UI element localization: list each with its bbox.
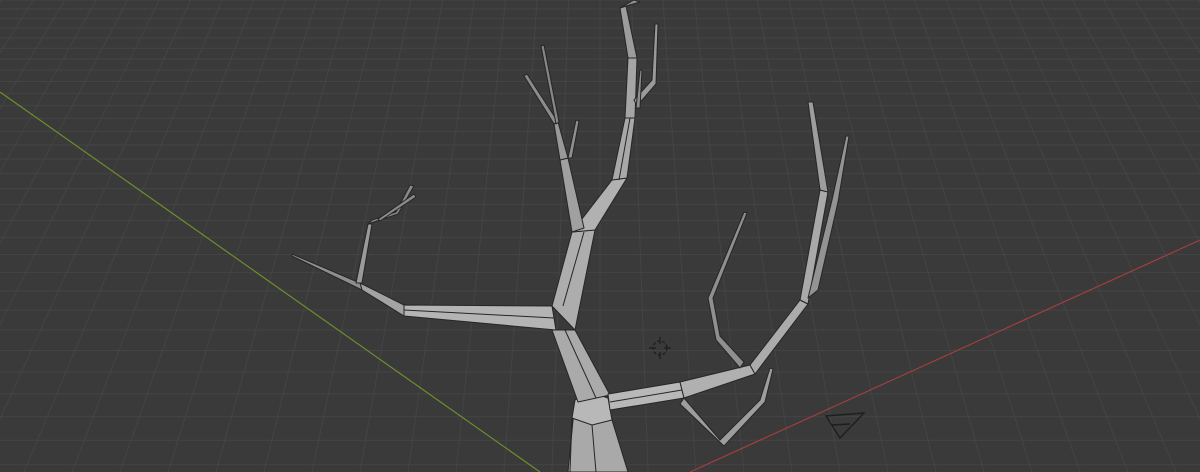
3d-viewport[interactable] [0,0,1200,472]
viewport-canvas[interactable] [0,0,1200,472]
